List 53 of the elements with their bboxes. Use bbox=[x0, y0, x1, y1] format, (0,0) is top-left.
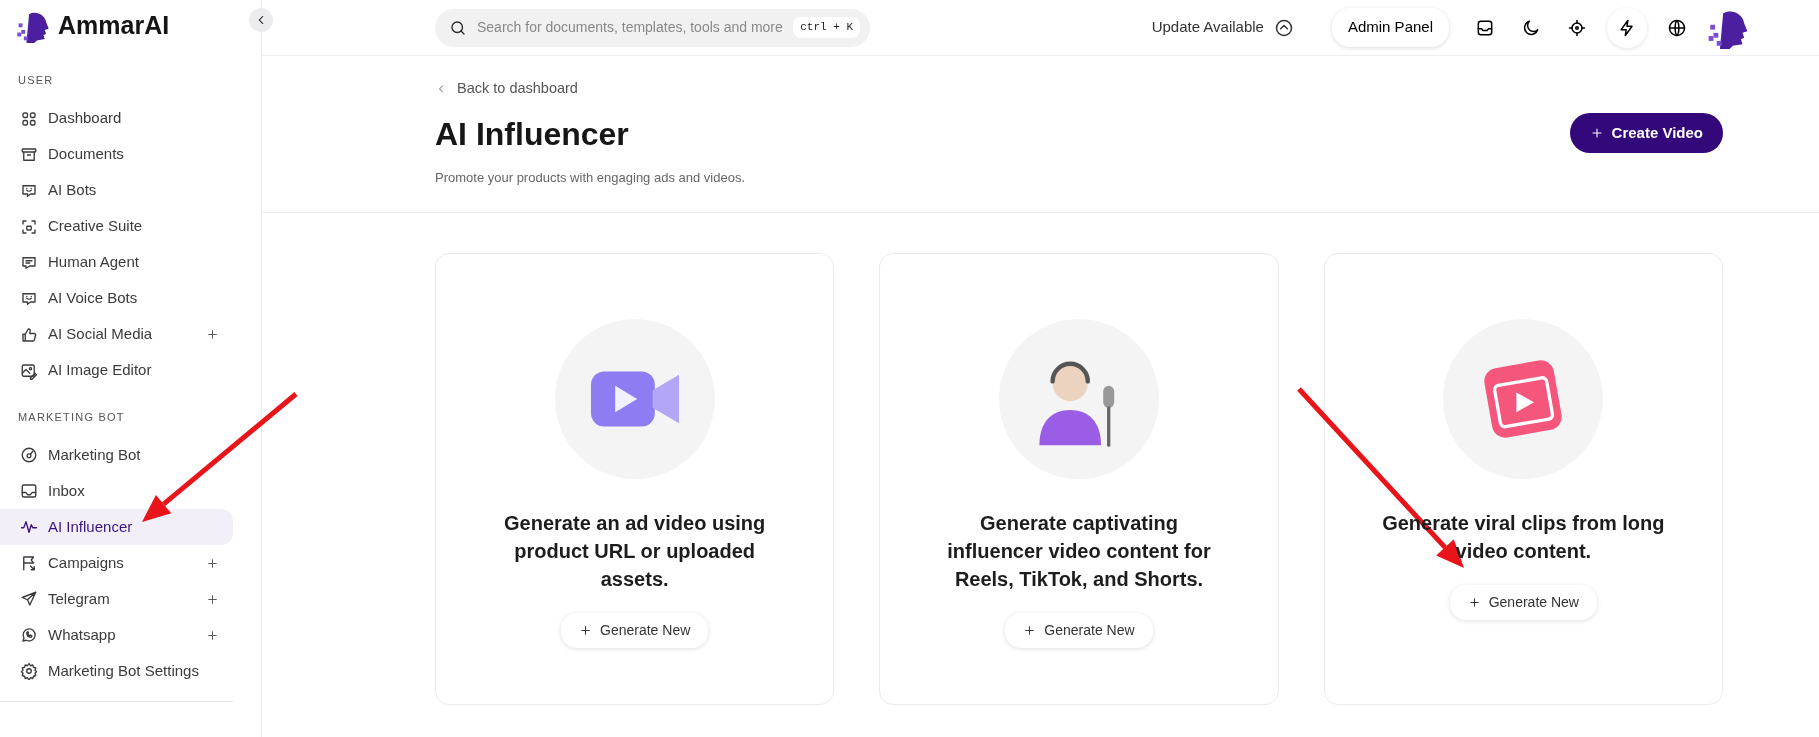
sidebar-item[interactable]: AI Influencer bbox=[0, 509, 233, 545]
generate-new-button[interactable]: Generate New bbox=[561, 612, 709, 648]
sidebar-item[interactable]: Dashboard bbox=[0, 100, 233, 137]
page-title: AI Influencer bbox=[435, 115, 630, 154]
search-field[interactable]: Search for documents, templates, tools and more ctrl + K bbox=[435, 8, 870, 47]
globe-icon bbox=[1667, 17, 1687, 38]
update-button[interactable]: Update Available bbox=[1145, 15, 1300, 40]
shortcut-hint: ctrl + K bbox=[793, 17, 860, 38]
back-link[interactable]: Back to dashboard bbox=[435, 78, 578, 100]
sidebar-item[interactable]: AI Image Editor bbox=[0, 352, 233, 389]
search-icon bbox=[449, 18, 467, 37]
sidebar-item[interactable]: AI Bots bbox=[0, 172, 233, 209]
inbox-icon bbox=[20, 482, 38, 500]
sidebar-item[interactable]: AI Voice Bots bbox=[0, 280, 233, 317]
sidebar-item[interactable]: Creative Suite bbox=[0, 208, 233, 245]
crosshair-icon bbox=[1567, 17, 1587, 38]
image-edit-icon bbox=[20, 361, 38, 380]
sidebar-item[interactable]: Telegram bbox=[0, 581, 233, 617]
plus-icon bbox=[1023, 623, 1037, 637]
plus-icon bbox=[1467, 595, 1481, 609]
section-heading: MARKETING BOT bbox=[17, 409, 126, 425]
section-heading: USER bbox=[17, 73, 55, 88]
sidebar-item[interactable]: Human Agent bbox=[0, 244, 233, 281]
image-frame-icon bbox=[20, 217, 38, 236]
admin-panel-button[interactable]: Admin Panel bbox=[1331, 8, 1449, 47]
plus-icon bbox=[1589, 125, 1604, 140]
brand-name: AmmarAI bbox=[58, 10, 170, 42]
flag-icon bbox=[20, 554, 38, 572]
sidebar-item[interactable]: AI Social Media bbox=[0, 316, 233, 353]
sidebar-item[interactable]: Inbox bbox=[0, 473, 233, 509]
chevron-up-icon bbox=[1273, 17, 1294, 38]
gauge-icon bbox=[20, 446, 38, 464]
send-icon bbox=[20, 590, 38, 608]
sidebar-item[interactable]: Documents bbox=[0, 136, 233, 173]
sidebar-item[interactable]: Whatsapp bbox=[0, 617, 233, 653]
wave-icon bbox=[20, 518, 38, 536]
page-subtitle: Promote your products with engaging ads and videos. bbox=[435, 169, 746, 187]
archive-icon bbox=[20, 145, 38, 164]
create-video-button[interactable]: Create Video bbox=[1569, 112, 1723, 153]
whatsapp-icon bbox=[20, 626, 38, 644]
settings-icon bbox=[20, 662, 38, 680]
thumbs-up-icon bbox=[20, 325, 38, 344]
grid-icon bbox=[20, 109, 38, 128]
plus-icon bbox=[579, 623, 592, 637]
sidebar-item[interactable]: Campaigns bbox=[0, 545, 233, 581]
collapse-button[interactable] bbox=[249, 8, 273, 32]
sidebar-item[interactable]: Marketing Bot bbox=[0, 437, 233, 473]
card-title: Generate captivating influencer video content for Reels, TikTok, and Shorts. bbox=[946, 510, 1212, 592]
generate-new-button[interactable]: Generate New bbox=[1449, 584, 1597, 620]
search-input[interactable]: Search for documents, templates, tools and more bbox=[475, 16, 786, 39]
card-title: Generate an ad video using product URL or uploaded assets. bbox=[503, 510, 767, 592]
generate-new-button[interactable]: Generate New bbox=[1005, 612, 1153, 648]
sidebar-item[interactable]: Marketing Bot Settings bbox=[0, 653, 233, 689]
